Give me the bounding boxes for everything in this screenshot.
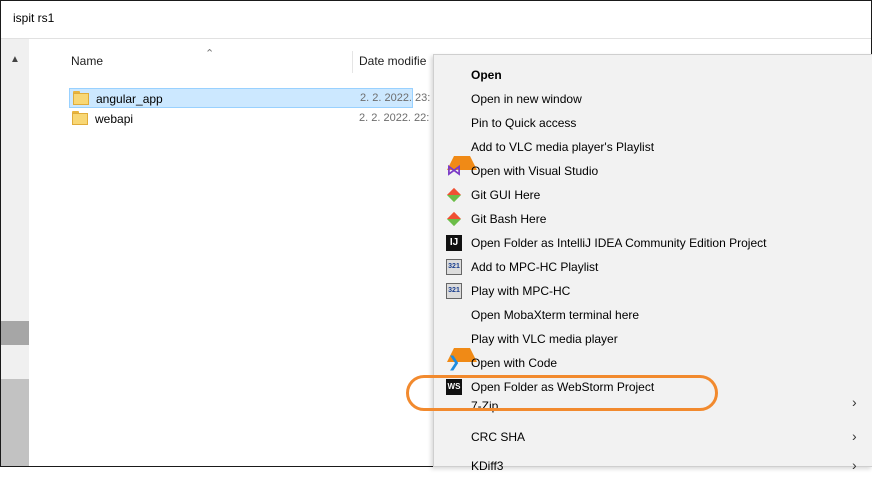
menu-item-label: Play with VLC media player: [471, 332, 618, 346]
menu-item-crc-sha[interactable]: CRC SHA ›: [434, 425, 872, 449]
menu-item-label: KDiff3: [471, 459, 504, 473]
address-bar[interactable]: ispit rs1: [1, 1, 871, 39]
folder-icon: [72, 111, 88, 125]
navigation-pane-scrollbar[interactable]: ▲: [1, 39, 29, 466]
menu-item-label: Open: [471, 68, 502, 82]
visual-studio-icon: ⋈: [446, 162, 462, 179]
submenu-arrow-icon: ›: [852, 428, 857, 444]
menu-item-label: Open with Code: [471, 356, 558, 370]
file-name: angular_app: [96, 92, 163, 106]
menu-item-label: Git Bash Here: [471, 212, 547, 226]
menu-item-label: Play with MPC-HC: [471, 284, 571, 298]
menu-item-label: CRC SHA: [471, 430, 526, 444]
scrollbar-lower-track[interactable]: [1, 379, 29, 466]
file-date: 2. 2. 2022. 22:: [359, 112, 430, 124]
menu-item-open-with-code[interactable]: ❯ Open with Code: [434, 351, 872, 375]
vscode-icon: ❯: [447, 354, 461, 371]
git-icon: [446, 211, 462, 227]
menu-item-label: Git GUI Here: [471, 188, 541, 202]
menu-item-pin-quick-access[interactable]: Pin to Quick access: [434, 111, 872, 135]
column-header-name[interactable]: Name: [71, 54, 103, 78]
menu-item-vlc-playlist[interactable]: Add to VLC media player's Playlist: [434, 135, 872, 170]
menu-item-visual-studio[interactable]: ⋈ Open with Visual Studio: [434, 159, 872, 183]
menu-item-open-new-window[interactable]: Open in new window: [434, 87, 872, 111]
folder-icon: [73, 91, 89, 105]
scrollbar-thumb[interactable]: [1, 321, 29, 345]
menu-item-vlc-play[interactable]: Play with VLC media player: [434, 327, 872, 362]
file-row-angular-app[interactable]: angular_app 2. 2. 2022. 23:: [69, 88, 430, 108]
menu-item-open[interactable]: Open: [434, 63, 872, 87]
menu-item-kdiff3[interactable]: KDiff3 ›: [434, 454, 872, 478]
menu-item-label: Add to VLC media player's Playlist: [471, 140, 655, 154]
column-divider[interactable]: [352, 51, 353, 73]
menu-item-mobaxterm[interactable]: Open MobaXterm terminal here: [434, 303, 872, 327]
mpc-hc-icon: 321: [446, 283, 462, 299]
intellij-icon: IJ: [446, 235, 462, 251]
annotation-highlight-ring: [406, 375, 718, 411]
menu-item-git-gui[interactable]: Git GUI Here: [434, 183, 872, 207]
menu-item-label: Open with Visual Studio: [471, 164, 599, 178]
menu-item-label: Open MobaXterm terminal here: [471, 308, 640, 322]
submenu-arrow-icon: ›: [852, 394, 857, 410]
folder-title: ispit rs1: [13, 11, 55, 25]
menu-item-mpc-play[interactable]: 321 Play with MPC-HC: [434, 279, 872, 303]
column-header-date-modified[interactable]: Date modifie: [359, 54, 426, 78]
file-row-webapi[interactable]: webapi 2. 2. 2022. 22:: [69, 109, 429, 129]
menu-item-mpc-playlist[interactable]: 321 Add to MPC-HC Playlist: [434, 255, 872, 279]
mpc-hc-icon: 321: [446, 259, 462, 275]
scroll-up-arrow-icon[interactable]: ▲: [8, 53, 22, 67]
file-name: webapi: [95, 112, 134, 126]
git-icon: [446, 187, 462, 203]
menu-item-git-bash[interactable]: Git Bash Here: [434, 207, 872, 231]
sort-ascending-icon: ⌃: [205, 48, 215, 60]
menu-item-label: Open in new window: [471, 92, 582, 106]
menu-item-label: Pin to Quick access: [471, 116, 577, 130]
submenu-arrow-icon: ›: [852, 457, 857, 473]
menu-item-intellij[interactable]: IJ Open Folder as IntelliJ IDEA Communit…: [434, 231, 872, 255]
menu-item-label: Add to MPC-HC Playlist: [471, 260, 599, 274]
file-date: 2. 2. 2022. 23:: [360, 92, 431, 104]
menu-item-label: Open Folder as IntelliJ IDEA Community E…: [471, 236, 767, 250]
